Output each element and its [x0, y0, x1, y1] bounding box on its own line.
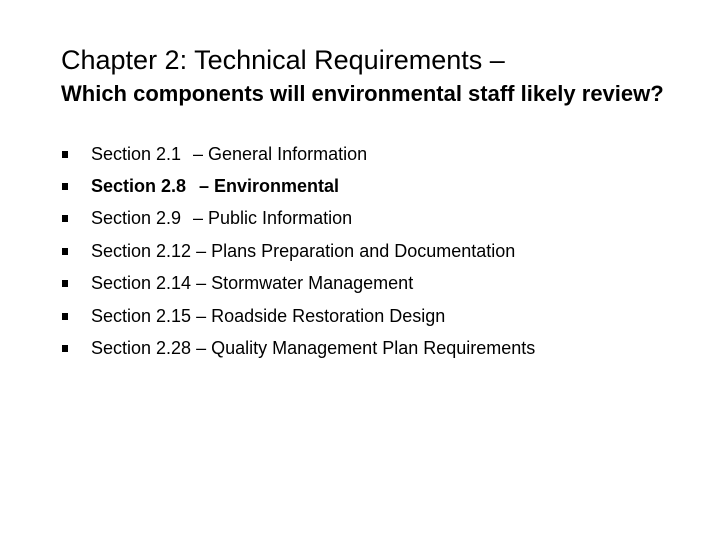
square-bullet-icon: [62, 248, 68, 255]
bullet-text: Section 2.8 – Environmental: [91, 174, 339, 198]
section-description: – Plans Preparation and Documentation: [196, 241, 516, 261]
square-bullet-icon: [62, 345, 68, 352]
bullet-text: Section 2.12 – Plans Preparation and Doc…: [91, 239, 515, 263]
section-description: – Roadside Restoration Design: [196, 306, 446, 326]
bullet-text: Section 2.28 – Quality Management Plan R…: [91, 336, 535, 360]
section-description: – Stormwater Management: [196, 273, 414, 293]
square-bullet-icon: [62, 151, 68, 158]
square-bullet-icon: [62, 215, 68, 222]
section-description: – Public Information: [193, 208, 353, 228]
bullet-text: Section 2.9 – Public Information: [91, 206, 352, 230]
section-description: – Quality Management Plan Requirements: [196, 338, 536, 358]
square-bullet-icon: [62, 313, 68, 320]
section-number: Section 2.12: [91, 241, 192, 261]
section-number: Section 2.14: [91, 273, 192, 293]
section-description: – Environmental: [199, 176, 340, 196]
slide-subtitle: Which components will environmental staf…: [61, 81, 664, 106]
section-number: Section 2.8: [91, 176, 187, 196]
section-number: Section 2.9: [91, 208, 182, 228]
slide-title: Chapter 2: Technical Requirements –: [61, 45, 505, 75]
slide: Chapter 2: Technical Requirements – Whic…: [0, 0, 720, 540]
section-number: Section 2.15: [91, 306, 192, 326]
square-bullet-icon: [62, 183, 68, 190]
bullet-text: Section 2.1 – General Information: [91, 142, 367, 166]
section-number: Section 2.28: [91, 338, 192, 358]
bullet-text: Section 2.15 – Roadside Restoration Desi…: [91, 304, 445, 328]
square-bullet-icon: [62, 280, 68, 287]
bullet-text: Section 2.14 – Stormwater Management: [91, 271, 413, 295]
section-description: – General Information: [193, 144, 368, 164]
section-number: Section 2.1: [91, 144, 182, 164]
